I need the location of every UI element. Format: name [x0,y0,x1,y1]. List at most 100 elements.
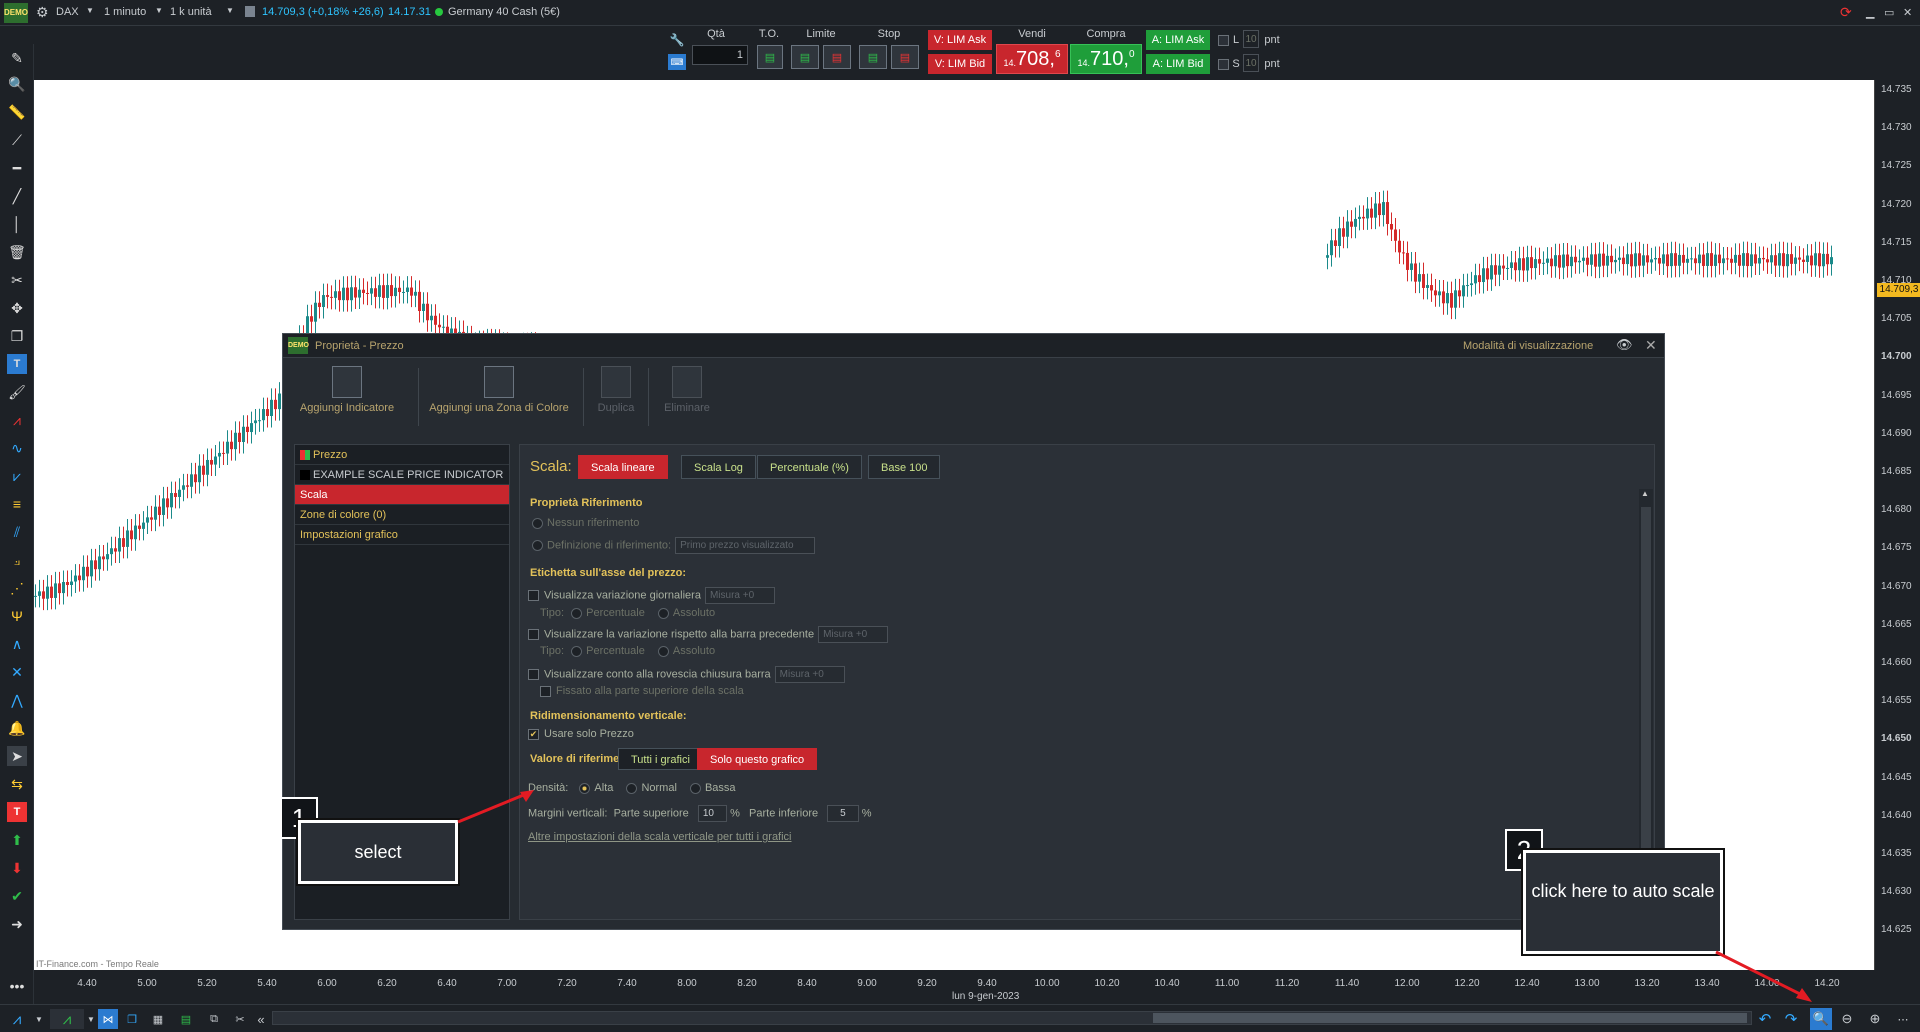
restore-icon[interactable]: ▭ [1884,6,1894,19]
use-price-only-option[interactable]: ✔ Usare solo Prezzo [528,728,634,740]
keyboard-icon[interactable]: ⌨ [668,54,686,70]
limit-buy-button[interactable]: ▤ [791,45,819,69]
ref-none-radio[interactable]: Nessun riferimento [532,517,639,529]
brush-icon[interactable]: 🖌 [7,382,27,402]
checkbox-checked[interactable]: ✔ [528,728,539,740]
radio-icon-selected[interactable] [579,782,591,794]
qty-input[interactable]: 1 [692,45,748,65]
zigzag-icon[interactable]: ⩘ [7,410,27,430]
close-icon[interactable]: ✕ [1903,6,1912,19]
windows-icon[interactable]: ❐ [122,1009,142,1029]
chart-scrollbar[interactable] [272,1011,1752,1025]
a-lim-ask-button[interactable]: A: LIM Ask [1146,30,1210,50]
radio-icon[interactable] [571,645,583,657]
a-lim-bid-button[interactable]: A: LIM Bid [1146,54,1210,74]
zoom-out-icon[interactable]: ⊖ [1836,1009,1858,1029]
elliott-icon[interactable]: ∧ [7,634,27,654]
radio-icon[interactable] [571,607,583,619]
prev-bar-variation-option[interactable]: Visualizzare la variazione rispetto alla… [528,626,889,643]
text-tool-icon[interactable]: T [7,354,27,374]
chevron-down-icon[interactable]: ▼ [155,6,163,15]
radio-icon[interactable] [689,782,701,794]
this-chart-button[interactable]: Solo questo grafico [697,748,818,770]
checkbox[interactable] [528,629,539,640]
l-checkbox[interactable] [1218,35,1229,46]
pencil-icon[interactable]: ✎ [7,48,27,68]
horizontal-line-icon[interactable]: ━ [7,158,27,178]
segment-icon[interactable]: ⟋ [7,130,27,150]
chevron-down-icon[interactable]: ▼ [226,6,234,15]
minimize-icon[interactable]: ▁ [1866,6,1874,19]
chevron-down-icon[interactable]: ▼ [86,6,94,15]
time-scale[interactable]: 4.40 5.00 5.20 5.40 6.00 6.20 6.40 7.00 7.20 7.40… [34,970,1874,1004]
arrow-right-icon[interactable]: ➜ [7,914,27,934]
tab-log-scale[interactable]: Scala Log [681,455,756,479]
scroll-left-icon[interactable]: « [254,1009,268,1029]
move-icon[interactable]: ✥ [7,298,27,318]
to-button[interactable]: ▤ [757,45,783,69]
buy-button[interactable]: 14. 710, 0 [1070,44,1142,74]
vertical-line-icon[interactable]: │ [7,214,27,234]
fibonacci-icon[interactable]: ≡ [7,494,27,514]
v-lim-ask-button[interactable]: V: LIM Ask [928,30,992,50]
bottom-margin-input[interactable]: 5 [827,805,859,822]
tree-item-color-zones[interactable]: Zone di colore (0) [295,505,509,525]
tools-icon[interactable]: ✂ [7,270,27,290]
ruler-icon[interactable]: 📏 [7,102,27,122]
scissors-icon[interactable]: ✂ [230,1009,250,1029]
scrollbar-thumb[interactable] [1641,507,1651,907]
measure-select[interactable]: Misura +0 [774,666,845,683]
abc-icon[interactable]: ⋀ [7,690,27,710]
limit-sell-button[interactable]: ▤ [823,45,851,69]
pitchfork-icon[interactable]: Ψ [7,606,27,626]
trendline-icon[interactable]: ╱ [7,186,27,206]
radio-icon[interactable] [626,782,638,794]
checkmark-icon[interactable]: ✔ [7,886,27,906]
radio-icon[interactable] [657,645,669,657]
chevron-down-icon[interactable]: ▼ [34,1009,44,1029]
s-checkbox[interactable] [1218,59,1229,70]
tab-percent[interactable]: Percentuale (%) [757,455,862,479]
checkbox[interactable] [540,685,551,697]
more-icon[interactable]: ⋯ [1890,1009,1916,1029]
candles-icon[interactable]: ⩘ [50,1009,84,1029]
measure-select[interactable]: Misura +0 [704,587,776,604]
redo-icon[interactable]: ↷ [1780,1009,1802,1029]
more-icon[interactable]: ••• [7,976,27,996]
monitor-icon[interactable]: ⧉ [204,1009,224,1029]
print-icon[interactable]: ▦ [148,1009,168,1029]
tab-linear-scale[interactable]: Scala lineare [578,455,668,479]
timeframe-selector[interactable]: 1 minuto [104,6,146,18]
alarm-icon[interactable]: 🔔 [7,718,27,738]
dialog-title-bar[interactable]: DEMO Proprietà - Prezzo Modalità di visu… [283,334,1664,358]
harmonic-icon[interactable]: ✕ [7,662,27,682]
other-settings-link[interactable]: Altre impostazioni della scala verticale… [528,831,792,843]
delete-button[interactable]: Eliminare [657,366,717,432]
checkbox[interactable] [528,669,539,680]
chevron-down-icon[interactable]: ▼ [86,1009,96,1029]
duplicate-button[interactable]: Duplica [591,366,641,432]
l-input[interactable]: 10 [1243,30,1259,48]
measure-select[interactable]: Misura +0 [818,626,889,643]
tree-item-chart-settings[interactable]: Impostazioni grafico [295,525,509,545]
arrow-up-icon[interactable]: ⬆ [7,830,27,850]
share-icon[interactable]: ⋈ [98,1009,118,1029]
ref-def-radio[interactable]: Definizione di riferimento: Primo prezzo … [532,537,815,554]
scroll-up-icon[interactable]: ▲ [1641,489,1649,498]
sync-icon[interactable]: ⟳ [1840,4,1852,21]
sell-button[interactable]: 14. 708, 6 [996,44,1068,74]
stop-sell-button[interactable]: ▤ [891,45,919,69]
units-selector[interactable]: 1 k unità [170,6,212,18]
trash-icon[interactable]: 🗑 [7,242,27,262]
channel-icon[interactable]: ⫽ [7,522,27,542]
countdown-option[interactable]: Visualizzare conto alla rovescia chiusur… [528,666,845,683]
v-lim-bid-button[interactable]: V: LIM Bid [928,54,992,74]
daily-variation-option[interactable]: Visualizza variazione giornaliera Misura … [528,587,776,604]
scrollbar-thumb[interactable] [1153,1013,1747,1023]
undo-icon[interactable]: ↶ [1754,1009,1776,1029]
stop-buy-button[interactable]: ▤ [859,45,887,69]
tree-item-scale[interactable]: Scala [295,485,509,505]
wave-icon[interactable]: ∿ [7,438,27,458]
symbol-selector[interactable]: DAX [56,6,79,18]
radio-icon[interactable] [657,607,669,619]
